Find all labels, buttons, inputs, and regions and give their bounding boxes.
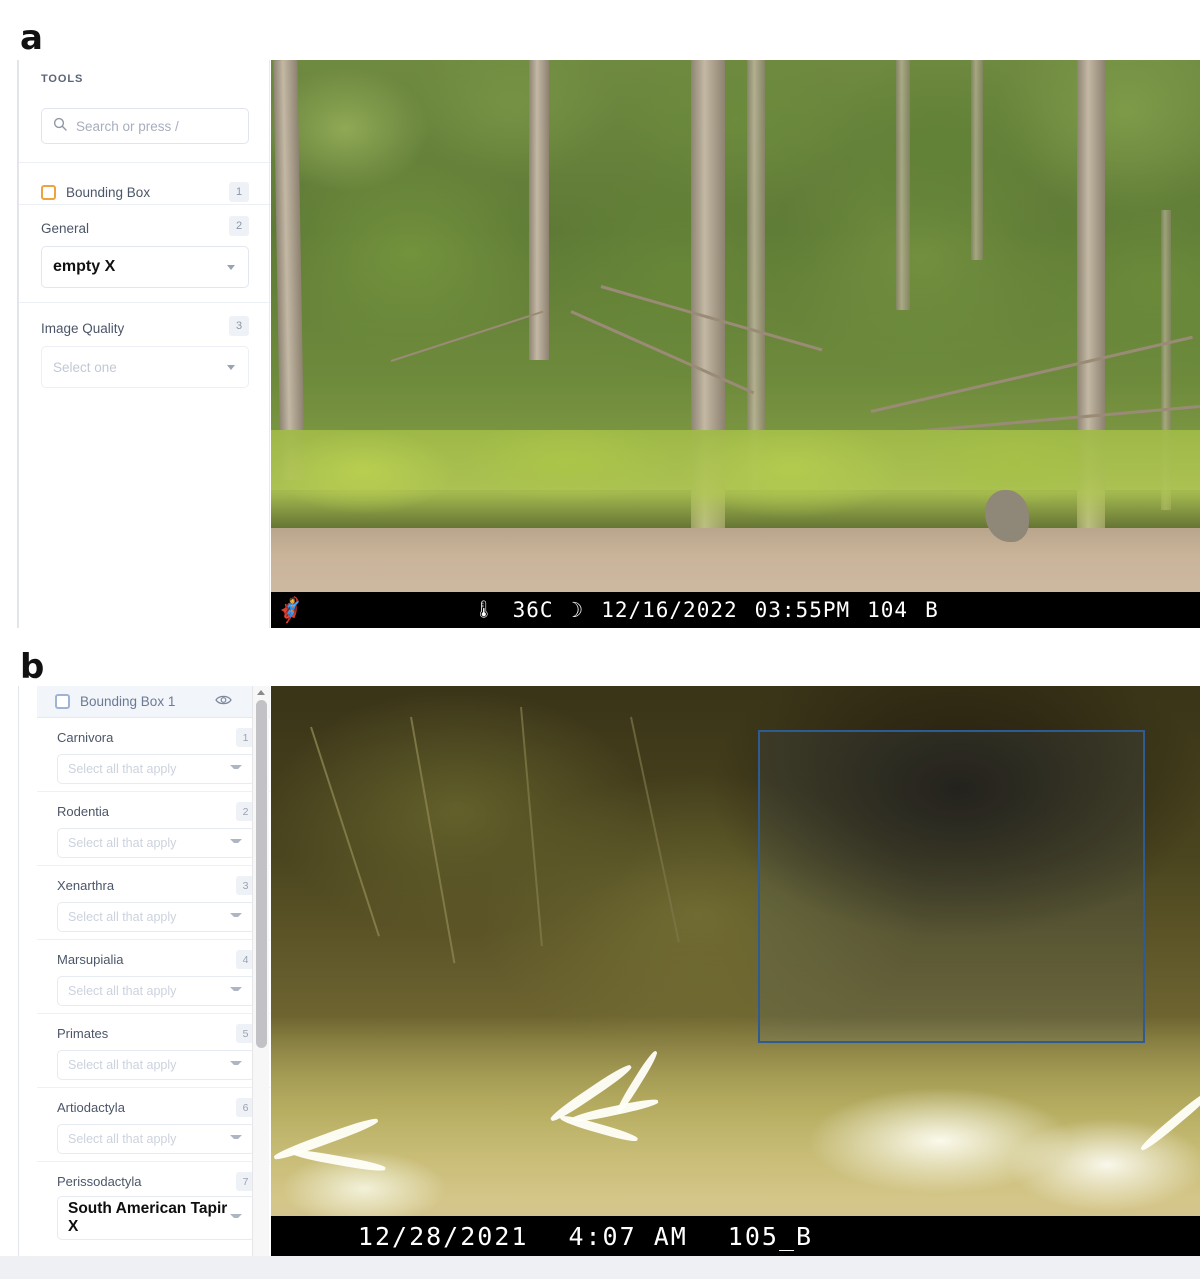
temperature-value: 36C [512,598,554,622]
search-placeholder: Search or press / [76,118,179,134]
chevron-down-icon[interactable] [227,264,235,270]
eye-icon[interactable] [215,693,233,711]
field-label: Primates [57,1026,109,1041]
camera-trap-image-a[interactable]: 🦸 🌡 36C ☽ 12/16/2022 03:55PM 104 B [271,60,1200,628]
multiselect[interactable]: Select all that apply [57,754,255,784]
multiselect-placeholder: Select all that apply [68,910,177,924]
bounding-box-icon [41,184,56,200]
bounding-box-title: Bounding Box 1 [80,694,176,709]
multiselect-placeholder: Select all that apply [68,836,177,850]
chevron-down-icon[interactable] [230,765,242,773]
tool-label-bounding-box: Bounding Box [66,184,151,200]
multiselect[interactable]: Select all that apply [57,1124,255,1154]
tree-trunk [971,60,983,260]
field-label: Artiodactyla [57,1100,125,1115]
panel-a-sidebar: TOOLS Search or press / Bounding Box 1 G… [18,60,271,628]
chevron-down-icon[interactable] [227,364,235,370]
field-group-perissodactyla: Perissodactyla 7 South American Tapir X [37,1162,270,1254]
image-quality-placeholder: Select one [53,359,117,375]
field-label: Xenarthra [57,878,115,893]
chevron-down-icon[interactable] [230,1061,242,1069]
chevron-down-icon[interactable] [230,1135,242,1143]
multiselect-placeholder: Select all that apply [68,1132,177,1146]
field-label-general: General [41,220,90,236]
panel-b: Bounding Box 1 Carnivora 1 Select all th… [0,686,1200,1256]
camera-data-strip-b: 12/28/2021 4:07 AM 105_B [271,1216,1200,1256]
field-group-image-quality: Image Quality 3 Select one [19,315,271,415]
multiselect[interactable]: Select all that apply [57,902,255,932]
field-group-marsupialia: Marsupialia 4 Select all that apply [37,940,270,1014]
search-input[interactable]: Search or press / [41,108,249,144]
multiselect-placeholder: Select all that apply [68,762,177,776]
thermometer-icon: 🌡 [473,600,496,620]
multiselect[interactable]: South American Tapir X [57,1196,255,1240]
remove-species-x[interactable]: X [68,1218,78,1235]
panel-a: TOOLS Search or press / Bounding Box 1 G… [0,60,1200,628]
divider [19,302,271,303]
search-icon [53,117,67,136]
panel-label-b: b [20,647,44,687]
multiselect-selected-value: South American Tapir X [68,1200,230,1236]
chevron-down-icon[interactable] [230,987,242,995]
tools-section-label: TOOLS [41,73,84,85]
chevron-down-icon[interactable] [230,913,242,921]
general-select[interactable]: empty X [41,246,249,288]
multiselect-placeholder: Select all that apply [68,984,177,998]
bounding-box-icon[interactable] [55,694,70,709]
general-remove-x[interactable]: X [105,258,116,275]
browning-logo-icon: 🦸 [275,596,306,624]
time-value: 4:07 AM [568,1221,688,1251]
sequence-value: 104 [867,598,909,622]
scrollbar-thumb[interactable] [255,700,267,1048]
shortcut-badge-1: 1 [229,182,249,202]
general-value-text: empty [53,258,101,275]
camera-trap-image-b[interactable]: 12/28/2021 4:07 AM 105_B [271,686,1200,1256]
tool-row-bounding-box[interactable]: Bounding Box 1 [19,171,271,215]
bounding-box-header[interactable]: Bounding Box 1 [37,686,270,718]
shortcut-badge-2: 2 [229,216,249,236]
field-group-carnivora: Carnivora 1 Select all that apply [37,718,270,792]
field-group-general: General 2 empty X [19,215,271,315]
multiselect-placeholder: Select all that apply [68,1058,177,1072]
field-group-rodentia: Rodentia 2 Select all that apply [37,792,270,866]
general-selected-value: empty X [53,258,115,276]
sidebar-scrollbar[interactable] [252,686,269,1256]
moon-phase-icon: ☽ [570,598,585,622]
page-background-top [0,0,1200,60]
time-value: 03:55PM [754,598,851,622]
divider [19,162,271,163]
tree-trunk [896,60,910,310]
divider [19,204,271,205]
forest-canopy [271,60,1200,490]
chevron-down-icon[interactable] [230,839,242,847]
field-label: Perissodactyla [57,1174,142,1189]
shortcut-badge-3: 3 [229,316,249,336]
panel-b-sidebar: Bounding Box 1 Carnivora 1 Select all th… [18,686,270,1256]
multiselect[interactable]: Select all that apply [57,976,255,1006]
selected-species-text: South American Tapir [68,1200,228,1217]
multiselect[interactable]: Select all that apply [57,828,255,858]
sequence-value: 105_B [727,1221,814,1251]
field-group-primates: Primates 5 Select all that apply [37,1014,270,1088]
field-label: Carnivora [57,730,114,745]
camera-data-strip-a: 🦸 🌡 36C ☽ 12/16/2022 03:55PM 104 B [271,592,1200,628]
chevron-down-icon[interactable] [230,1214,242,1222]
page-background-middle [0,628,1200,686]
page-background-bottom [0,1256,1200,1279]
field-label: Marsupialia [57,952,124,967]
tree-trunk [747,60,765,490]
field-label-image-quality: Image Quality [41,320,125,336]
scroll-up-arrow-icon[interactable] [257,690,265,695]
annotation-bounding-box[interactable] [758,730,1145,1043]
date-value: 12/28/2021 [357,1221,529,1251]
date-value: 12/16/2022 [601,598,738,622]
camera-value: B [925,598,939,622]
field-group-artiodactyla: Artiodactyla 6 Select all that apply [37,1088,270,1162]
image-quality-select[interactable]: Select one [41,346,249,388]
multiselect[interactable]: Select all that apply [57,1050,255,1080]
panel-label-a: a [20,18,43,58]
field-label: Rodentia [57,804,110,819]
field-group-xenarthra: Xenarthra 3 Select all that apply [37,866,270,940]
